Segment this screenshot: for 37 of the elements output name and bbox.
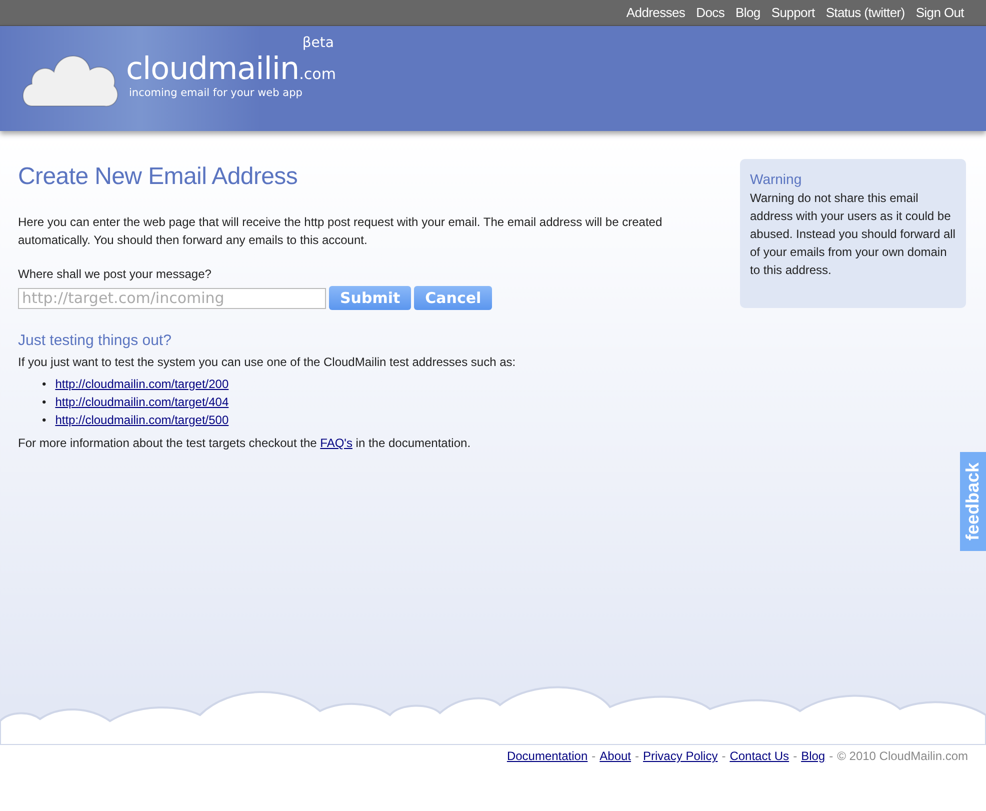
footer-link[interactable]: Documentation bbox=[506, 749, 588, 763]
footer-link[interactable]: Contact Us bbox=[730, 749, 790, 763]
warning-title: Warning bbox=[750, 171, 803, 187]
footer-link[interactable]: Blog bbox=[801, 749, 826, 763]
nav-link[interactable]: Sign Out bbox=[916, 5, 964, 20]
nav-link[interactable]: Status (twitter) bbox=[826, 5, 905, 20]
nav-link[interactable]: Docs bbox=[696, 5, 725, 20]
footer-link[interactable]: Privacy Policy bbox=[643, 749, 718, 763]
field-label: Where shall we post your message? bbox=[18, 266, 212, 283]
separator-text: - bbox=[635, 749, 640, 763]
separator-text: - bbox=[793, 749, 798, 763]
warning-text: Warning do not share this email address with your users as it could be abused. Instead you should forward all of your emails from your own domain to this address. bbox=[750, 190, 956, 279]
intro-text: Here you can enter the web page that will receive the http post request with your email. The email address will be created automatically. You should then forward any emails to this account. bbox=[18, 214, 664, 249]
faq-link[interactable]: FAQ's bbox=[320, 436, 352, 450]
testing-text: If you just want to test the system you can use one of the CloudMailin test addresses such as: bbox=[18, 354, 517, 371]
section-title: Just testing things out? bbox=[18, 332, 172, 349]
tagline: incoming email for your web app bbox=[129, 86, 304, 98]
bullet-icon: • bbox=[42, 411, 46, 429]
footer-link[interactable]: About bbox=[600, 749, 632, 763]
bullet-icon: • bbox=[42, 375, 46, 393]
nav-link[interactable]: Blog bbox=[736, 5, 760, 20]
test-address-link[interactable]: http://cloudmailin.com/target/200 bbox=[55, 375, 229, 393]
logo-suffix: .com bbox=[299, 64, 336, 82]
url-input-field[interactable]: http://target.com/incoming bbox=[18, 288, 326, 308]
nav-link[interactable]: Addresses bbox=[626, 5, 686, 20]
bullet-icon: • bbox=[42, 393, 46, 411]
separator-text: - bbox=[829, 749, 834, 763]
page-title: Create New Email Address bbox=[18, 163, 299, 191]
separator-text: - bbox=[592, 749, 596, 763]
beta-label: βeta bbox=[302, 34, 334, 50]
nav-link[interactable]: Support bbox=[771, 5, 815, 20]
copyright-text: © 2010 CloudMailin.com bbox=[837, 749, 968, 763]
separator-text: - bbox=[722, 749, 726, 763]
info-text: For more information about the test targets checkout the FAQ's in the documentation. bbox=[18, 435, 472, 452]
test-address-link[interactable]: http://cloudmailin.com/target/500 bbox=[55, 411, 229, 429]
logo-text: cloudmailin bbox=[126, 50, 300, 86]
test-address-link[interactable]: http://cloudmailin.com/target/404 bbox=[55, 393, 229, 411]
